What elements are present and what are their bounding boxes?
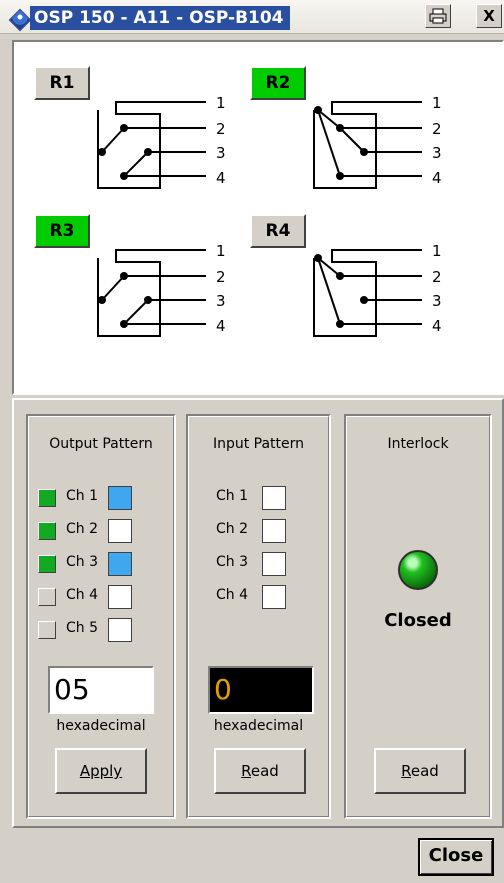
relay-r4-diagram: 1 2 3 4 — [313, 242, 442, 337]
input-ch3-state — [262, 552, 286, 576]
window-title: OSP 150 - A11 - OSP-B104 — [30, 6, 290, 30]
input-read-button-label: Read — [241, 762, 279, 780]
apply-button[interactable]: Apply — [55, 748, 147, 794]
relay-r3-button[interactable]: R3 — [34, 214, 90, 248]
app-diamond-icon — [8, 8, 32, 32]
input-read-button[interactable]: Read — [214, 748, 306, 794]
relay-r2-diagram: 1 2 3 4 — [313, 94, 442, 189]
close-icon: X — [483, 7, 495, 25]
output-channel-row: Ch 2 — [36, 519, 166, 543]
relay-diagram-panel: R1 1 2 3 4 R2 1 2 3 4 R3 1 2 3 4 R4 1 2 … — [12, 40, 504, 395]
output-channel-row: Ch 4 — [36, 585, 166, 609]
output-ch1-led[interactable] — [38, 489, 56, 507]
r2-terminal-2: 2 — [432, 120, 442, 138]
title-bar: OSP 150 - A11 - OSP-B104 X — [0, 0, 504, 34]
output-ch5-label: Ch 5 — [66, 620, 99, 636]
output-ch1-label: Ch 1 — [66, 488, 99, 504]
interlock-read-button-label: Read — [401, 762, 439, 780]
input-ch4-label: Ch 4 — [216, 587, 249, 603]
relay-r1-button[interactable]: R1 — [34, 66, 90, 100]
r3-terminal-3: 3 — [216, 292, 226, 310]
output-pattern-group: Output Pattern Ch 1 Ch 2 Ch 3 Ch 4 Ch 5 … — [26, 414, 176, 819]
print-icon — [429, 8, 447, 24]
input-ch4-state — [262, 585, 286, 609]
input-pattern-title: Input Pattern — [212, 436, 305, 452]
interlock-title: Interlock — [387, 436, 449, 452]
r4-terminal-4: 4 — [432, 317, 442, 335]
input-hex-caption: hexadecimal — [213, 718, 304, 734]
read-hotkey-letter: R — [401, 762, 411, 780]
input-channel-row: Ch 2 — [216, 519, 326, 543]
output-hex-input[interactable]: 05 — [48, 666, 154, 714]
window-close-button[interactable]: X — [476, 4, 502, 28]
read-hotkey-letter: R — [241, 762, 251, 780]
relay-r4-button[interactable]: R4 — [250, 214, 306, 248]
output-ch2-led[interactable] — [38, 522, 56, 540]
output-ch5-state[interactable] — [108, 618, 132, 642]
output-channel-row: Ch 5 — [36, 618, 166, 642]
output-ch3-label: Ch 3 — [66, 554, 99, 570]
input-channel-row: Ch 3 — [216, 552, 326, 576]
interlock-indicator-icon — [398, 550, 438, 590]
r1-terminal-1: 1 — [216, 94, 226, 112]
input-channel-row: Ch 4 — [216, 585, 326, 609]
interlock-read-button[interactable]: Read — [374, 748, 466, 794]
close-button[interactable]: Close — [418, 838, 494, 876]
r3-terminal-2: 2 — [216, 268, 226, 286]
relay-r3-diagram: 1 2 3 4 — [97, 242, 226, 337]
r2-terminal-3: 3 — [432, 144, 442, 162]
r4-terminal-3: 3 — [432, 292, 442, 310]
r3-terminal-4: 4 — [216, 317, 226, 335]
output-channel-row: Ch 1 — [36, 486, 166, 510]
output-ch5-led[interactable] — [38, 621, 56, 639]
r4-terminal-2: 2 — [432, 268, 442, 286]
output-ch2-state[interactable] — [108, 519, 132, 543]
read-rest: ead — [250, 762, 279, 780]
output-ch2-label: Ch 2 — [66, 521, 99, 537]
output-ch4-led[interactable] — [38, 588, 56, 606]
input-ch1-label: Ch 1 — [216, 488, 249, 504]
input-channel-row: Ch 1 — [216, 486, 326, 510]
r1-terminal-4: 4 — [216, 169, 226, 187]
output-channel-row: Ch 3 — [36, 552, 166, 576]
interlock-status: Closed — [384, 610, 452, 631]
r2-terminal-4: 4 — [432, 169, 442, 187]
input-ch1-state — [262, 486, 286, 510]
relay-r1-diagram: 1 2 3 4 — [97, 94, 226, 189]
r2-terminal-1: 1 — [432, 94, 442, 112]
r3-terminal-1: 1 — [216, 242, 226, 260]
r1-terminal-2: 2 — [216, 120, 226, 138]
input-ch2-label: Ch 2 — [216, 521, 249, 537]
interlock-group: Interlock Closed Read — [344, 414, 492, 819]
output-ch4-label: Ch 4 — [66, 587, 99, 603]
input-ch2-state — [262, 519, 286, 543]
output-ch3-state[interactable] — [108, 552, 132, 576]
output-pattern-title: Output Pattern — [49, 436, 153, 452]
print-button[interactable] — [425, 4, 451, 28]
relay-r2-button[interactable]: R2 — [250, 66, 306, 100]
input-pattern-group: Input Pattern Ch 1 Ch 2 Ch 3 Ch 4 0 hexa… — [186, 414, 331, 819]
output-ch4-state[interactable] — [108, 585, 132, 609]
apply-button-label: Apply — [79, 762, 123, 780]
read-rest: ead — [410, 762, 439, 780]
output-hex-caption: hexadecimal — [56, 718, 146, 734]
r1-terminal-3: 3 — [216, 144, 226, 162]
output-ch3-led[interactable] — [38, 555, 56, 573]
input-hex-display: 0 — [208, 666, 314, 714]
input-ch3-label: Ch 3 — [216, 554, 249, 570]
output-ch1-state[interactable] — [108, 486, 132, 510]
r4-terminal-1: 1 — [432, 242, 442, 260]
